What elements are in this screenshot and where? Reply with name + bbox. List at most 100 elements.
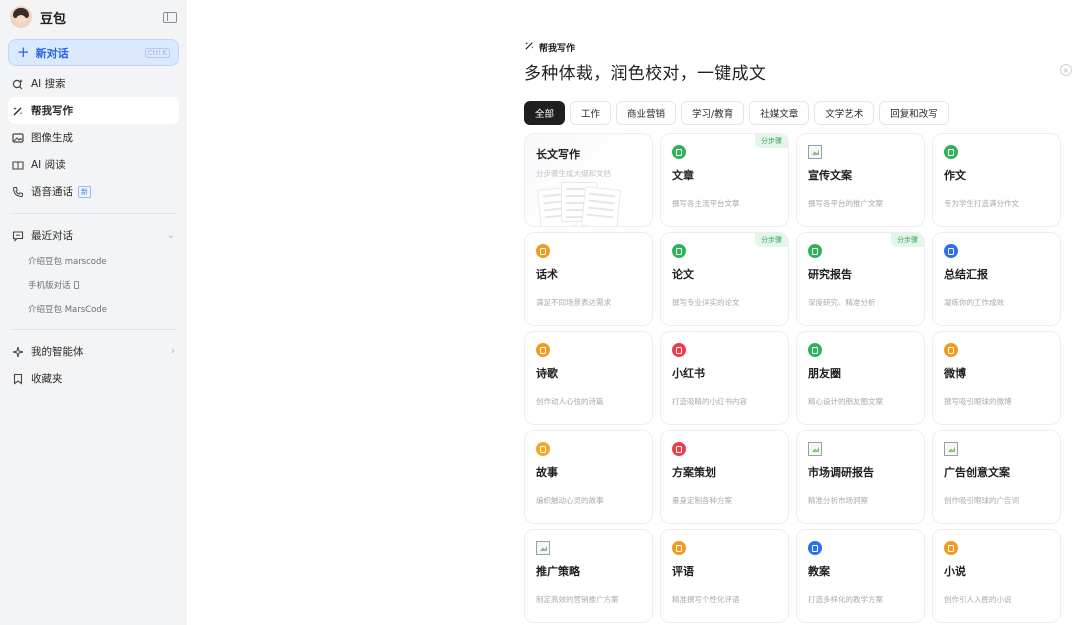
tab-all[interactable]: 全部 (524, 101, 566, 125)
template-icon (944, 244, 958, 258)
recent-chat-item[interactable]: 介绍豆包 marscode (8, 249, 179, 273)
card-title: 小说 (944, 565, 966, 578)
card-description: 撰写专业详实的论文 (672, 298, 740, 307)
search-spark-icon (12, 78, 24, 90)
writing-template-card[interactable]: 宣传文案 撰写各平台的推广文案 (796, 133, 925, 227)
card-description: 创作动人心弦的诗篇 (536, 397, 604, 406)
writing-template-card[interactable]: 评语精准撰写个性化评语 (660, 529, 789, 623)
tab-marketing[interactable]: 商业营销 (616, 101, 677, 125)
sidebar-item-label: AI 阅读 (31, 159, 66, 171)
new-chat-label: 新对话 (35, 46, 69, 60)
writing-template-card[interactable]: 推广策略 制定高效的营销推广方案 (524, 529, 653, 623)
writing-template-card[interactable]: 长文写作 分步骤生成大纲和文档 (524, 133, 653, 227)
tab-reply-rewrite[interactable]: 回复和改写 (879, 101, 949, 125)
card-title: 研究报告 (808, 268, 852, 281)
recent-chats-header[interactable]: 最近对话 ⌄ (8, 222, 179, 249)
sidebar-nav: AI 搜索 帮我写作 图像生成 AI 阅读 语音通话 新 (8, 70, 179, 205)
card-title: 文章 (672, 169, 694, 182)
image-icon (12, 132, 24, 144)
broken-image-icon (536, 541, 550, 555)
template-icon (944, 541, 958, 555)
writing-template-card[interactable]: 作文 专为学生打造满分作文 (932, 133, 1061, 227)
broken-image-icon (808, 442, 822, 456)
card-title: 朋友圈 (808, 367, 841, 380)
writing-template-card[interactable]: 研究报告 深度研究、精准分析 分步骤 (796, 232, 925, 326)
template-icon (536, 244, 550, 258)
write-wand-icon (524, 40, 535, 54)
template-icon (808, 244, 822, 258)
brand-name: 豆包 (40, 11, 67, 27)
card-title: 故事 (536, 466, 558, 479)
sidebar-item-voice-call[interactable]: 语音通话 新 (8, 178, 179, 205)
card-title: 总结汇报 (944, 268, 988, 281)
card-description: 编织触动心灵的故事 (536, 496, 604, 505)
sidebar-item-writing[interactable]: 帮我写作 (8, 97, 179, 124)
plus-icon: + (17, 43, 30, 61)
recent-chat-label: 介绍豆包 MarsCode (28, 305, 107, 315)
writing-template-card[interactable]: 市场调研报告 精准分析市场洞察 (796, 430, 925, 524)
card-description: 凝练你的工作成效 (944, 298, 1004, 307)
writing-template-card[interactable]: 诗歌 创作动人心弦的诗篇 (524, 331, 653, 425)
tab-literature[interactable]: 文学艺术 (814, 101, 875, 125)
broken-image-icon (808, 145, 822, 159)
writing-template-card[interactable]: 广告创意文案 创作吸引眼球的广告词 (932, 430, 1061, 524)
sidebar-item-label: 图像生成 (31, 132, 73, 144)
card-title: 评语 (672, 565, 694, 578)
card-description: 撰写吸引眼球的微博 (944, 397, 1012, 406)
writing-template-card[interactable]: 教案 打造多样化的教学方案 (796, 529, 925, 623)
bookmark-icon (12, 373, 24, 385)
writing-template-card[interactable]: 话术 满足不同场景表达需求 (524, 232, 653, 326)
avatar[interactable] (10, 6, 32, 28)
tab-work[interactable]: 工作 (570, 101, 612, 125)
sidebar: 豆包 + 新对话 Ctrl K AI 搜索 帮我写作 图像生成 AI 阅读 语音… (0, 0, 187, 625)
template-icon (944, 343, 958, 357)
chevron-down-icon[interactable]: ⌄ (167, 230, 175, 241)
close-icon[interactable]: × (1060, 64, 1072, 76)
sidebar-toggle-icon[interactable] (163, 11, 177, 23)
sidebar-item-ai-reading[interactable]: AI 阅读 (8, 151, 179, 178)
sidebar-item-label: 我的智能体 (31, 346, 84, 358)
writing-template-card[interactable]: 文章 撰写各主流平台文章 分步骤 (660, 133, 789, 227)
card-title: 市场调研报告 (808, 466, 874, 479)
write-wand-icon (12, 105, 24, 117)
card-title: 作文 (944, 169, 966, 182)
card-title: 论文 (672, 268, 694, 281)
writing-template-card[interactable]: 小说创作引人入胜的小说 (932, 529, 1061, 623)
writing-template-card[interactable]: 总结汇报凝练你的工作成效 (932, 232, 1061, 326)
recent-chat-label: 介绍豆包 marscode (28, 257, 107, 267)
new-chat-button[interactable]: + 新对话 Ctrl K (8, 39, 179, 66)
divider (10, 329, 177, 330)
template-icon (808, 343, 822, 357)
writing-template-card[interactable]: 故事编织触动心灵的故事 (524, 430, 653, 524)
writing-template-card[interactable]: 朋友圈 精心设计的朋友圈文案 (796, 331, 925, 425)
recent-chat-item[interactable]: 介绍豆包 MarsCode (8, 297, 179, 321)
category-tabs: 全部 工作 商业营销 学习/教育 社媒文章 文学艺术 回复和改写 (524, 101, 1064, 125)
card-title: 教案 (808, 565, 830, 578)
card-title: 话术 (536, 268, 558, 281)
sidebar-item-favorites[interactable]: 收藏夹 (8, 365, 179, 392)
template-icon (672, 145, 686, 159)
sidebar-item-ai-search[interactable]: AI 搜索 (8, 70, 179, 97)
card-description: 撰写各主流平台文章 (672, 199, 740, 208)
card-description: 精准撰写个性化评语 (672, 595, 740, 604)
writing-panel: 帮我写作 多种体裁，润色校对，一键成文 × 全部 工作 商业营销 学习/教育 社… (524, 40, 1072, 623)
sidebar-item-label: AI 搜索 (31, 78, 66, 90)
shortcut-hint: Ctrl K (144, 47, 170, 58)
recent-chats-label: 最近对话 (31, 230, 73, 242)
card-description: 撰写各平台的推广文案 (808, 199, 883, 208)
mobile-icon (73, 281, 79, 289)
writing-template-card[interactable]: 论文 撰写专业详实的论文 分步骤 (660, 232, 789, 326)
card-description: 创作引人入胜的小说 (944, 595, 1012, 604)
writing-template-card[interactable]: 小红书 打造吸睛的小红书内容 (660, 331, 789, 425)
writing-template-card[interactable]: 微博 撰写吸引眼球的微博 (932, 331, 1061, 425)
tab-social[interactable]: 社媒文章 (749, 101, 810, 125)
tab-education[interactable]: 学习/教育 (681, 101, 745, 125)
template-icon (672, 343, 686, 357)
sidebar-item-image-gen[interactable]: 图像生成 (8, 124, 179, 151)
template-icon (672, 541, 686, 555)
recent-chat-item[interactable]: 手机版对话 (8, 273, 179, 297)
sparkle-icon (12, 346, 24, 358)
card-description: 深度研究、精准分析 (808, 298, 876, 307)
writing-template-card[interactable]: 方案策划 量身定制各种方案 (660, 430, 789, 524)
sidebar-item-my-agents[interactable]: 我的智能体 › (8, 338, 179, 365)
